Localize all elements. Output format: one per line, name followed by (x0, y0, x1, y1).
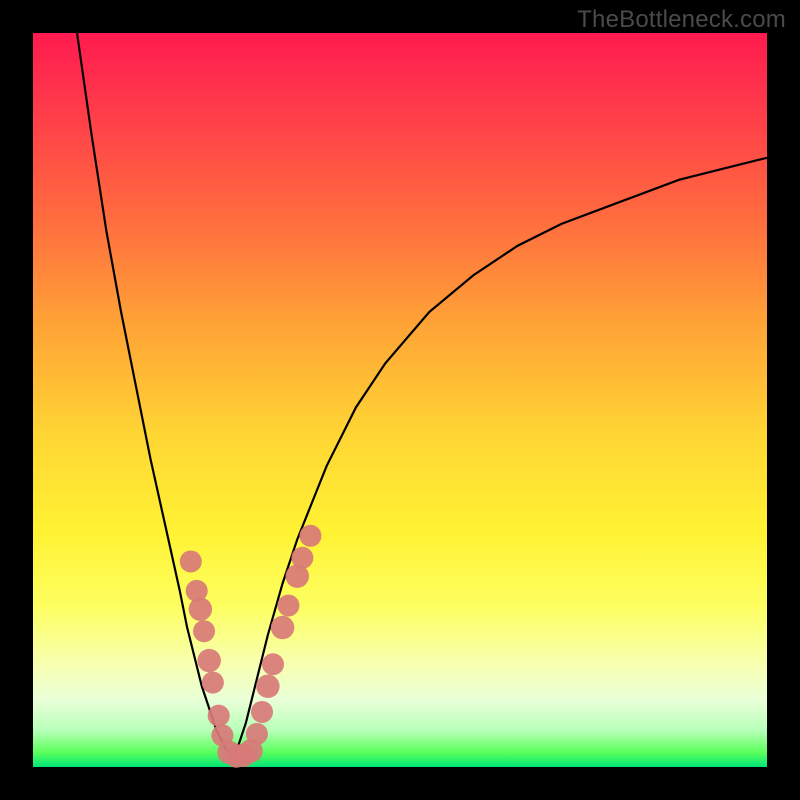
data-marker (277, 595, 299, 617)
data-marker (197, 649, 220, 672)
data-marker (262, 653, 284, 675)
outer-frame: TheBottleneck.com (0, 0, 800, 800)
data-marker (246, 723, 268, 745)
data-marker (193, 620, 215, 642)
data-marker (299, 525, 321, 547)
data-marker (202, 672, 224, 694)
data-marker (291, 547, 313, 569)
data-marker (251, 701, 273, 723)
chart-svg (33, 33, 767, 767)
data-marker (256, 675, 279, 698)
curve-right-branch (231, 158, 767, 760)
data-markers (180, 525, 322, 768)
data-marker (180, 550, 202, 572)
data-marker (208, 705, 230, 727)
data-marker (189, 597, 212, 620)
data-marker (271, 616, 294, 639)
watermark-text: TheBottleneck.com (577, 6, 786, 34)
